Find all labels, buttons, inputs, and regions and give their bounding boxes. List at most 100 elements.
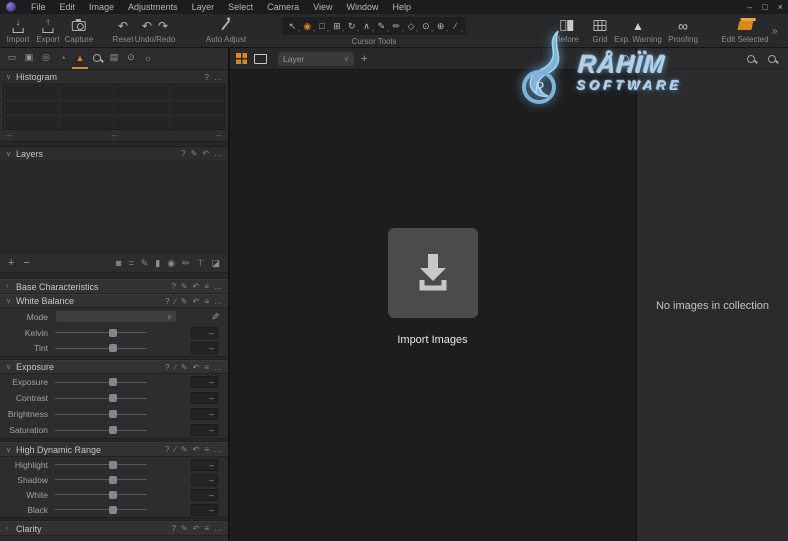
exp-warning-button[interactable]: ▲ Exp. Warning xyxy=(614,17,662,44)
menu-adjustments[interactable]: Adjustments xyxy=(121,0,185,14)
edit-icon[interactable]: ✎ xyxy=(181,297,188,306)
browser-search-icon[interactable] xyxy=(768,55,776,63)
reset-icon[interactable]: ↶ xyxy=(193,297,200,306)
menu-view[interactable]: View xyxy=(306,0,339,14)
wb-mode-dropdown[interactable]: ∨ xyxy=(55,310,177,323)
edit-icon[interactable]: ✎ xyxy=(181,363,188,372)
more-icon[interactable]: … xyxy=(214,73,222,82)
local-adjust-icon[interactable]: ∕ xyxy=(175,363,176,372)
clone-tool[interactable]: ⊕ xyxy=(433,18,448,34)
help-icon[interactable]: ? xyxy=(171,282,175,291)
more-icon[interactable]: … xyxy=(214,149,222,158)
menu-layer[interactable]: Layer xyxy=(185,0,222,14)
clarity-header[interactable]: › Clarity ? ✎ ↶ ≡ … xyxy=(0,521,228,536)
menu-select[interactable]: Select xyxy=(221,0,260,14)
edit-icon[interactable]: ✎ xyxy=(181,524,188,533)
loupe-tool[interactable]: □ xyxy=(315,18,330,34)
kelvin-value-field[interactable]: – xyxy=(191,327,218,339)
browser-filter-icon[interactable] xyxy=(747,55,755,63)
help-icon[interactable]: ? xyxy=(165,445,169,454)
contrast-value-field[interactable]: – xyxy=(191,392,218,404)
fill-mask-icon[interactable]: ⊤ xyxy=(197,258,205,269)
maximize-button[interactable]: □ xyxy=(762,0,767,14)
saturation-value-field[interactable]: – xyxy=(191,424,218,436)
reset-icon[interactable]: ↶ xyxy=(193,524,200,533)
slider-thumb[interactable] xyxy=(109,461,117,469)
hdr-header[interactable]: ∨ High Dynamic Range ? ∕ ✎ ↶ ≡ … xyxy=(0,442,228,457)
exposure-value-field[interactable]: – xyxy=(191,376,218,388)
slider-thumb[interactable] xyxy=(109,476,117,484)
spot-tool[interactable]: ∕ xyxy=(448,18,463,34)
presets-icon[interactable]: ≡ xyxy=(204,282,209,291)
saturation-slider[interactable] xyxy=(55,430,147,431)
more-icon[interactable]: … xyxy=(214,445,222,454)
slider-thumb[interactable] xyxy=(109,506,117,514)
keystone-tool[interactable]: ∧ xyxy=(359,18,374,34)
local-adjust-icon[interactable]: ∕ xyxy=(175,297,176,306)
menu-camera[interactable]: Camera xyxy=(260,0,306,14)
gradient-mask-icon[interactable]: ▮ xyxy=(155,258,160,269)
edit-selected-button[interactable]: Edit Selected xyxy=(721,17,768,44)
toolbar-overflow-icon[interactable]: » xyxy=(772,26,778,37)
tint-slider[interactable] xyxy=(55,348,147,349)
shadow-slider[interactable] xyxy=(55,479,147,480)
layer-dropdown[interactable]: Layer ∨ xyxy=(278,52,354,66)
exposure-slider[interactable] xyxy=(55,382,147,383)
edit-icon[interactable]: ✎ xyxy=(191,149,198,158)
menu-window[interactable]: Window xyxy=(339,0,385,14)
presets-icon[interactable]: ≡ xyxy=(204,445,209,454)
multi-view-icon[interactable] xyxy=(236,53,247,64)
import-button[interactable]: ↓ Import xyxy=(7,17,30,44)
base-characteristics-header[interactable]: › Base Characteristics ? ✎ ↶ ≡ … xyxy=(0,279,228,294)
highlight-value-field[interactable]: – xyxy=(191,459,218,471)
slider-thumb[interactable] xyxy=(109,426,117,434)
remove-layer-button[interactable]: − xyxy=(23,255,29,272)
gradient-mask-tool[interactable]: ◇ xyxy=(404,18,419,34)
opacity-icon[interactable]: = xyxy=(128,258,133,269)
reset-icon[interactable]: ↶ xyxy=(193,363,200,372)
tab-details[interactable] xyxy=(89,48,105,69)
draw-mask-tool[interactable]: ✎ xyxy=(374,18,389,34)
brightness-value-field[interactable]: – xyxy=(191,408,218,420)
capture-button[interactable]: Capture xyxy=(65,17,93,44)
menu-image[interactable]: Image xyxy=(82,0,121,14)
layers-header[interactable]: ∨ Layers ? ✎ ↶ … xyxy=(0,147,228,160)
slider-thumb[interactable] xyxy=(109,378,117,386)
contrast-slider[interactable] xyxy=(55,398,147,399)
import-images-button[interactable] xyxy=(388,228,478,318)
rotate-tool[interactable]: ↻ xyxy=(344,18,359,34)
slider-thumb[interactable] xyxy=(109,410,117,418)
auto-adjust-button[interactable]: Auto Adjust xyxy=(206,17,246,44)
help-icon[interactable]: ? xyxy=(205,73,209,82)
tab-lens[interactable]: ◎ xyxy=(38,48,54,69)
mask-visibility-icon[interactable]: ◙ xyxy=(116,258,121,269)
erase-mask-tool[interactable]: ✏ xyxy=(389,18,404,34)
more-icon[interactable]: … xyxy=(214,282,222,291)
brightness-slider[interactable] xyxy=(55,414,147,415)
close-button[interactable]: × xyxy=(778,0,783,14)
edit-icon[interactable]: ✎ xyxy=(181,445,188,454)
add-layer-button[interactable]: + xyxy=(8,255,14,272)
minimize-button[interactable]: – xyxy=(747,0,752,14)
edit-icon[interactable]: ✎ xyxy=(181,282,188,291)
undo-redo-button[interactable]: ↶ ↷ Undo/Redo xyxy=(135,17,175,44)
more-icon[interactable]: … xyxy=(214,297,222,306)
export-button[interactable]: ↑ Export xyxy=(36,17,59,44)
select-tool[interactable]: ↖ xyxy=(285,18,300,34)
black-value-field[interactable]: – xyxy=(191,504,218,516)
presets-icon[interactable]: ≡ xyxy=(204,524,209,533)
heal-tool[interactable]: ⊙ xyxy=(418,18,433,34)
tint-value-field[interactable]: – xyxy=(191,342,218,354)
radial-mask-icon[interactable]: ◉ xyxy=(167,258,175,269)
reset-button[interactable]: ↶ Reset xyxy=(113,17,134,44)
tab-library[interactable]: ▭ xyxy=(4,48,20,69)
white-value-field[interactable]: – xyxy=(191,489,218,501)
slider-thumb[interactable] xyxy=(109,329,117,337)
shadow-value-field[interactable]: – xyxy=(191,474,218,486)
tab-exposure[interactable]: ▲ xyxy=(72,48,88,69)
undo-icon[interactable]: ↶ xyxy=(142,19,152,33)
brush-icon[interactable]: ✎ xyxy=(141,258,149,269)
menu-file[interactable]: File xyxy=(24,0,53,14)
slider-thumb[interactable] xyxy=(109,394,117,402)
white-slider[interactable] xyxy=(55,494,147,495)
